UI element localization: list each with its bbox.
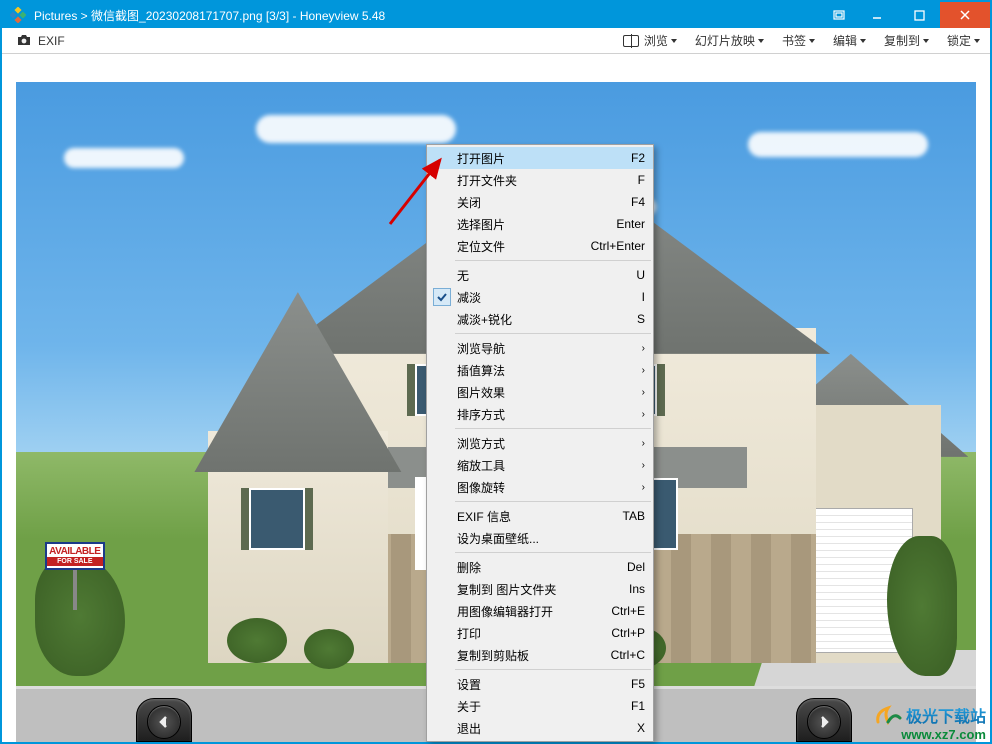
cm-separator [455, 428, 651, 429]
fit-icon [623, 35, 639, 47]
cm-copy-to-folder[interactable]: 复制到 图片文件夹Ins [427, 578, 653, 600]
chevron-down-icon [860, 39, 866, 43]
cm-separator [455, 333, 651, 334]
menu-copyto[interactable]: 复制到 [884, 32, 929, 49]
cm-exif-info[interactable]: EXIF 信息TAB [427, 505, 653, 527]
chevron-down-icon [809, 39, 815, 43]
submenu-arrow-icon: › [642, 460, 645, 471]
cm-locate-file[interactable]: 定位文件Ctrl+Enter [427, 235, 653, 257]
watermark-logo-icon [874, 704, 902, 726]
cm-open-editor[interactable]: 用图像编辑器打开Ctrl+E [427, 600, 653, 622]
submenu-arrow-icon: › [642, 438, 645, 449]
next-group [796, 698, 852, 742]
cm-fade-sharpen[interactable]: 减淡+锐化S [427, 308, 653, 330]
cm-nav[interactable]: 浏览导航› [427, 337, 653, 359]
submenu-arrow-icon: › [642, 409, 645, 420]
check-icon [433, 288, 451, 306]
cm-browse-mode[interactable]: 浏览方式› [427, 432, 653, 454]
exif-label[interactable]: EXIF [38, 34, 65, 48]
cm-copy-clipboard[interactable]: 复制到剪贴板Ctrl+C [427, 644, 653, 666]
close-button[interactable] [940, 2, 990, 28]
submenu-arrow-icon: › [642, 343, 645, 354]
cm-interp[interactable]: 插值算法› [427, 359, 653, 381]
menu-lock[interactable]: 锁定 [947, 32, 980, 49]
cm-about[interactable]: 关于F1 [427, 695, 653, 717]
for-sale-sign: AVAILABLE FOR SALE [45, 542, 105, 610]
menu-bookmark[interactable]: 书签 [782, 32, 815, 49]
cm-separator [455, 260, 651, 261]
cm-open-folder[interactable]: 打开文件夹F [427, 169, 653, 191]
titlebar[interactable]: Pictures > 微信截图_20230208171707.png [3/3]… [2, 2, 990, 28]
cm-open-image[interactable]: 打开图片F2 [427, 147, 653, 169]
cm-wallpaper[interactable]: 设为桌面壁纸... [427, 527, 653, 549]
window-controls [822, 2, 990, 28]
snap-button[interactable] [822, 2, 856, 28]
cm-separator [455, 501, 651, 502]
cm-sort[interactable]: 排序方式› [427, 403, 653, 425]
submenu-arrow-icon: › [642, 387, 645, 398]
chevron-down-icon [671, 39, 677, 43]
cm-rotate[interactable]: 图像旋转› [427, 476, 653, 498]
window-title: Pictures > 微信截图_20230208171707.png [3/3]… [34, 7, 822, 24]
menu-browse[interactable]: 浏览 [623, 32, 677, 49]
prev-group [136, 698, 192, 742]
cm-none[interactable]: 无U [427, 264, 653, 286]
cm-zoom-tool[interactable]: 缩放工具› [427, 454, 653, 476]
chevron-down-icon [758, 39, 764, 43]
menu-slideshow[interactable]: 幻灯片放映 [695, 32, 764, 49]
chevron-down-icon [923, 39, 929, 43]
maximize-button[interactable] [898, 2, 940, 28]
cm-separator [455, 552, 651, 553]
cm-delete[interactable]: 删除Del [427, 556, 653, 578]
next-button[interactable] [807, 705, 841, 739]
cm-separator [455, 669, 651, 670]
menubar: EXIF 浏览 幻灯片放映 书签 编辑 复制到 锁定 [2, 28, 990, 54]
context-menu: 打开图片F2 打开文件夹F 关闭F4 选择图片Enter 定位文件Ctrl+En… [426, 144, 654, 742]
app-icon [8, 5, 28, 25]
cm-exit[interactable]: 退出X [427, 717, 653, 739]
minimize-button[interactable] [856, 2, 898, 28]
cm-settings[interactable]: 设置F5 [427, 673, 653, 695]
prev-button[interactable] [147, 705, 181, 739]
camera-icon [16, 34, 32, 47]
menu-edit[interactable]: 编辑 [833, 32, 866, 49]
submenu-arrow-icon: › [642, 482, 645, 493]
cm-fade[interactable]: 减淡I [427, 286, 653, 308]
cm-select-image[interactable]: 选择图片Enter [427, 213, 653, 235]
cm-close[interactable]: 关闭F4 [427, 191, 653, 213]
watermark: 极光下载站 www.xz7.com [874, 703, 986, 742]
cm-print[interactable]: 打印Ctrl+P [427, 622, 653, 644]
submenu-arrow-icon: › [642, 365, 645, 376]
chevron-down-icon [974, 39, 980, 43]
cm-effect[interactable]: 图片效果› [427, 381, 653, 403]
